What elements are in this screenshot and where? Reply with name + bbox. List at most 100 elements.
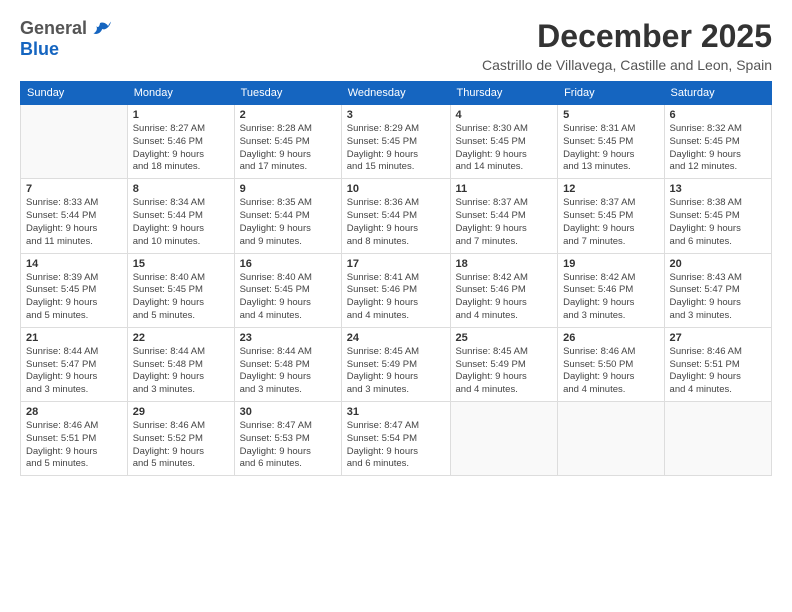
day-info: Sunrise: 8:45 AMSunset: 5:49 PMDaylight:… bbox=[456, 346, 553, 397]
day-number: 31 bbox=[347, 406, 445, 418]
table-row: 28 Sunrise: 8:46 AMSunset: 5:51 PMDayligh… bbox=[21, 402, 128, 476]
day-number: 4 bbox=[456, 109, 553, 121]
day-info: Sunrise: 8:34 AMSunset: 5:44 PMDaylight:… bbox=[133, 197, 229, 248]
location-title: Castrillo de Villavega, Castille and Leo… bbox=[482, 57, 772, 73]
calendar-header-row: Sunday Monday Tuesday Wednesday Thursday… bbox=[21, 82, 772, 105]
day-number: 7 bbox=[26, 183, 122, 195]
calendar-week-row: 14 Sunrise: 8:39 AMSunset: 5:45 PMDayligh… bbox=[21, 253, 772, 327]
table-row: 15 Sunrise: 8:40 AMSunset: 5:45 PMDayligh… bbox=[127, 253, 234, 327]
day-number: 26 bbox=[563, 332, 658, 344]
day-number: 17 bbox=[347, 258, 445, 270]
logo-general-text: General bbox=[20, 19, 87, 39]
table-row: 24 Sunrise: 8:45 AMSunset: 5:49 PMDayligh… bbox=[341, 327, 450, 401]
page: General Blue December 2025 Castrillo de … bbox=[0, 0, 792, 612]
col-monday: Monday bbox=[127, 82, 234, 105]
day-number: 9 bbox=[240, 183, 336, 195]
day-number: 6 bbox=[670, 109, 766, 121]
day-number: 12 bbox=[563, 183, 658, 195]
day-number: 23 bbox=[240, 332, 336, 344]
day-info: Sunrise: 8:45 AMSunset: 5:49 PMDaylight:… bbox=[347, 346, 445, 397]
day-info: Sunrise: 8:35 AMSunset: 5:44 PMDaylight:… bbox=[240, 197, 336, 248]
day-number: 29 bbox=[133, 406, 229, 418]
table-row: 20Sunrise: 8:43 AMSunset: 5:47 PMDayligh… bbox=[664, 253, 771, 327]
day-info: Sunrise: 8:27 AMSunset: 5:46 PMDaylight:… bbox=[133, 123, 229, 174]
table-row: 14 Sunrise: 8:39 AMSunset: 5:45 PMDayligh… bbox=[21, 253, 128, 327]
table-row: 9 Sunrise: 8:35 AMSunset: 5:44 PMDaylight… bbox=[234, 179, 341, 253]
day-number: 24 bbox=[347, 332, 445, 344]
day-number: 11 bbox=[456, 183, 553, 195]
table-row: 26 Sunrise: 8:46 AMSunset: 5:50 PMDayligh… bbox=[558, 327, 664, 401]
day-info: Sunrise: 8:30 AMSunset: 5:45 PMDaylight:… bbox=[456, 123, 553, 174]
table-row: 22 Sunrise: 8:44 AMSunset: 5:48 PMDayligh… bbox=[127, 327, 234, 401]
table-row: 2 Sunrise: 8:28 AMSunset: 5:45 PMDaylight… bbox=[234, 105, 341, 179]
day-number: 22 bbox=[133, 332, 229, 344]
header: General Blue December 2025 Castrillo de … bbox=[20, 18, 772, 73]
table-row bbox=[664, 402, 771, 476]
day-info: Sunrise: 8:42 AMSunset: 5:46 PMDaylight:… bbox=[563, 272, 658, 323]
table-row: 11 Sunrise: 8:37 AMSunset: 5:44 PMDayligh… bbox=[450, 179, 558, 253]
day-info: Sunrise: 8:44 AMSunset: 5:48 PMDaylight:… bbox=[240, 346, 336, 397]
day-info: Sunrise: 8:37 AMSunset: 5:44 PMDaylight:… bbox=[456, 197, 553, 248]
table-row bbox=[21, 105, 128, 179]
table-row: 4 Sunrise: 8:30 AMSunset: 5:45 PMDaylight… bbox=[450, 105, 558, 179]
table-row: 25Sunrise: 8:45 AMSunset: 5:49 PMDayligh… bbox=[450, 327, 558, 401]
col-wednesday: Wednesday bbox=[341, 82, 450, 105]
logo: General Blue bbox=[20, 18, 111, 60]
table-row bbox=[450, 402, 558, 476]
day-info: Sunrise: 8:28 AMSunset: 5:45 PMDaylight:… bbox=[240, 123, 336, 174]
day-info: Sunrise: 8:36 AMSunset: 5:44 PMDaylight:… bbox=[347, 197, 445, 248]
day-info: Sunrise: 8:38 AMSunset: 5:45 PMDaylight:… bbox=[670, 197, 766, 248]
table-row: 10 Sunrise: 8:36 AMSunset: 5:44 PMDayligh… bbox=[341, 179, 450, 253]
table-row: 16 Sunrise: 8:40 AMSunset: 5:45 PMDayligh… bbox=[234, 253, 341, 327]
day-info: Sunrise: 8:46 AMSunset: 5:51 PMDaylight:… bbox=[26, 420, 122, 471]
table-row: 29 Sunrise: 8:46 AMSunset: 5:52 PMDayligh… bbox=[127, 402, 234, 476]
day-info: Sunrise: 8:44 AMSunset: 5:48 PMDaylight:… bbox=[133, 346, 229, 397]
table-row: 8 Sunrise: 8:34 AMSunset: 5:44 PMDaylight… bbox=[127, 179, 234, 253]
month-title: December 2025 bbox=[482, 18, 772, 55]
day-info: Sunrise: 8:41 AMSunset: 5:46 PMDaylight:… bbox=[347, 272, 445, 323]
day-number: 2 bbox=[240, 109, 336, 121]
day-info: Sunrise: 8:42 AMSunset: 5:46 PMDaylight:… bbox=[456, 272, 553, 323]
calendar-table: Sunday Monday Tuesday Wednesday Thursday… bbox=[20, 81, 772, 476]
table-row: 17 Sunrise: 8:41 AMSunset: 5:46 PMDayligh… bbox=[341, 253, 450, 327]
day-info: Sunrise: 8:31 AMSunset: 5:45 PMDaylight:… bbox=[563, 123, 658, 174]
day-info: Sunrise: 8:46 AMSunset: 5:51 PMDaylight:… bbox=[670, 346, 766, 397]
day-number: 28 bbox=[26, 406, 122, 418]
day-info: Sunrise: 8:29 AMSunset: 5:45 PMDaylight:… bbox=[347, 123, 445, 174]
col-friday: Friday bbox=[558, 82, 664, 105]
table-row: 18Sunrise: 8:42 AMSunset: 5:46 PMDayligh… bbox=[450, 253, 558, 327]
day-number: 3 bbox=[347, 109, 445, 121]
day-number: 14 bbox=[26, 258, 122, 270]
col-sunday: Sunday bbox=[21, 82, 128, 105]
col-saturday: Saturday bbox=[664, 82, 771, 105]
day-info: Sunrise: 8:40 AMSunset: 5:45 PMDaylight:… bbox=[133, 272, 229, 323]
day-number: 21 bbox=[26, 332, 122, 344]
day-number: 16 bbox=[240, 258, 336, 270]
calendar-week-row: 28 Sunrise: 8:46 AMSunset: 5:51 PMDayligh… bbox=[21, 402, 772, 476]
day-info: Sunrise: 8:40 AMSunset: 5:45 PMDaylight:… bbox=[240, 272, 336, 323]
day-number: 5 bbox=[563, 109, 658, 121]
day-number: 30 bbox=[240, 406, 336, 418]
table-row: 19 Sunrise: 8:42 AMSunset: 5:46 PMDayligh… bbox=[558, 253, 664, 327]
table-row: 23 Sunrise: 8:44 AMSunset: 5:48 PMDayligh… bbox=[234, 327, 341, 401]
calendar-week-row: 7 Sunrise: 8:33 AMSunset: 5:44 PMDaylight… bbox=[21, 179, 772, 253]
day-number: 20 bbox=[670, 258, 766, 270]
day-info: Sunrise: 8:46 AMSunset: 5:50 PMDaylight:… bbox=[563, 346, 658, 397]
day-number: 8 bbox=[133, 183, 229, 195]
table-row: 31Sunrise: 8:47 AMSunset: 5:54 PMDayligh… bbox=[341, 402, 450, 476]
col-thursday: Thursday bbox=[450, 82, 558, 105]
day-number: 15 bbox=[133, 258, 229, 270]
day-number: 10 bbox=[347, 183, 445, 195]
table-row bbox=[558, 402, 664, 476]
calendar-week-row: 1Sunrise: 8:27 AMSunset: 5:46 PMDaylight… bbox=[21, 105, 772, 179]
day-info: Sunrise: 8:44 AMSunset: 5:47 PMDaylight:… bbox=[26, 346, 122, 397]
day-number: 19 bbox=[563, 258, 658, 270]
table-row: 6Sunrise: 8:32 AMSunset: 5:45 PMDaylight… bbox=[664, 105, 771, 179]
day-info: Sunrise: 8:33 AMSunset: 5:44 PMDaylight:… bbox=[26, 197, 122, 248]
table-row: 1Sunrise: 8:27 AMSunset: 5:46 PMDaylight… bbox=[127, 105, 234, 179]
day-number: 13 bbox=[670, 183, 766, 195]
table-row: 7 Sunrise: 8:33 AMSunset: 5:44 PMDaylight… bbox=[21, 179, 128, 253]
table-row: 12Sunrise: 8:37 AMSunset: 5:45 PMDayligh… bbox=[558, 179, 664, 253]
day-info: Sunrise: 8:39 AMSunset: 5:45 PMDaylight:… bbox=[26, 272, 122, 323]
day-info: Sunrise: 8:46 AMSunset: 5:52 PMDaylight:… bbox=[133, 420, 229, 471]
